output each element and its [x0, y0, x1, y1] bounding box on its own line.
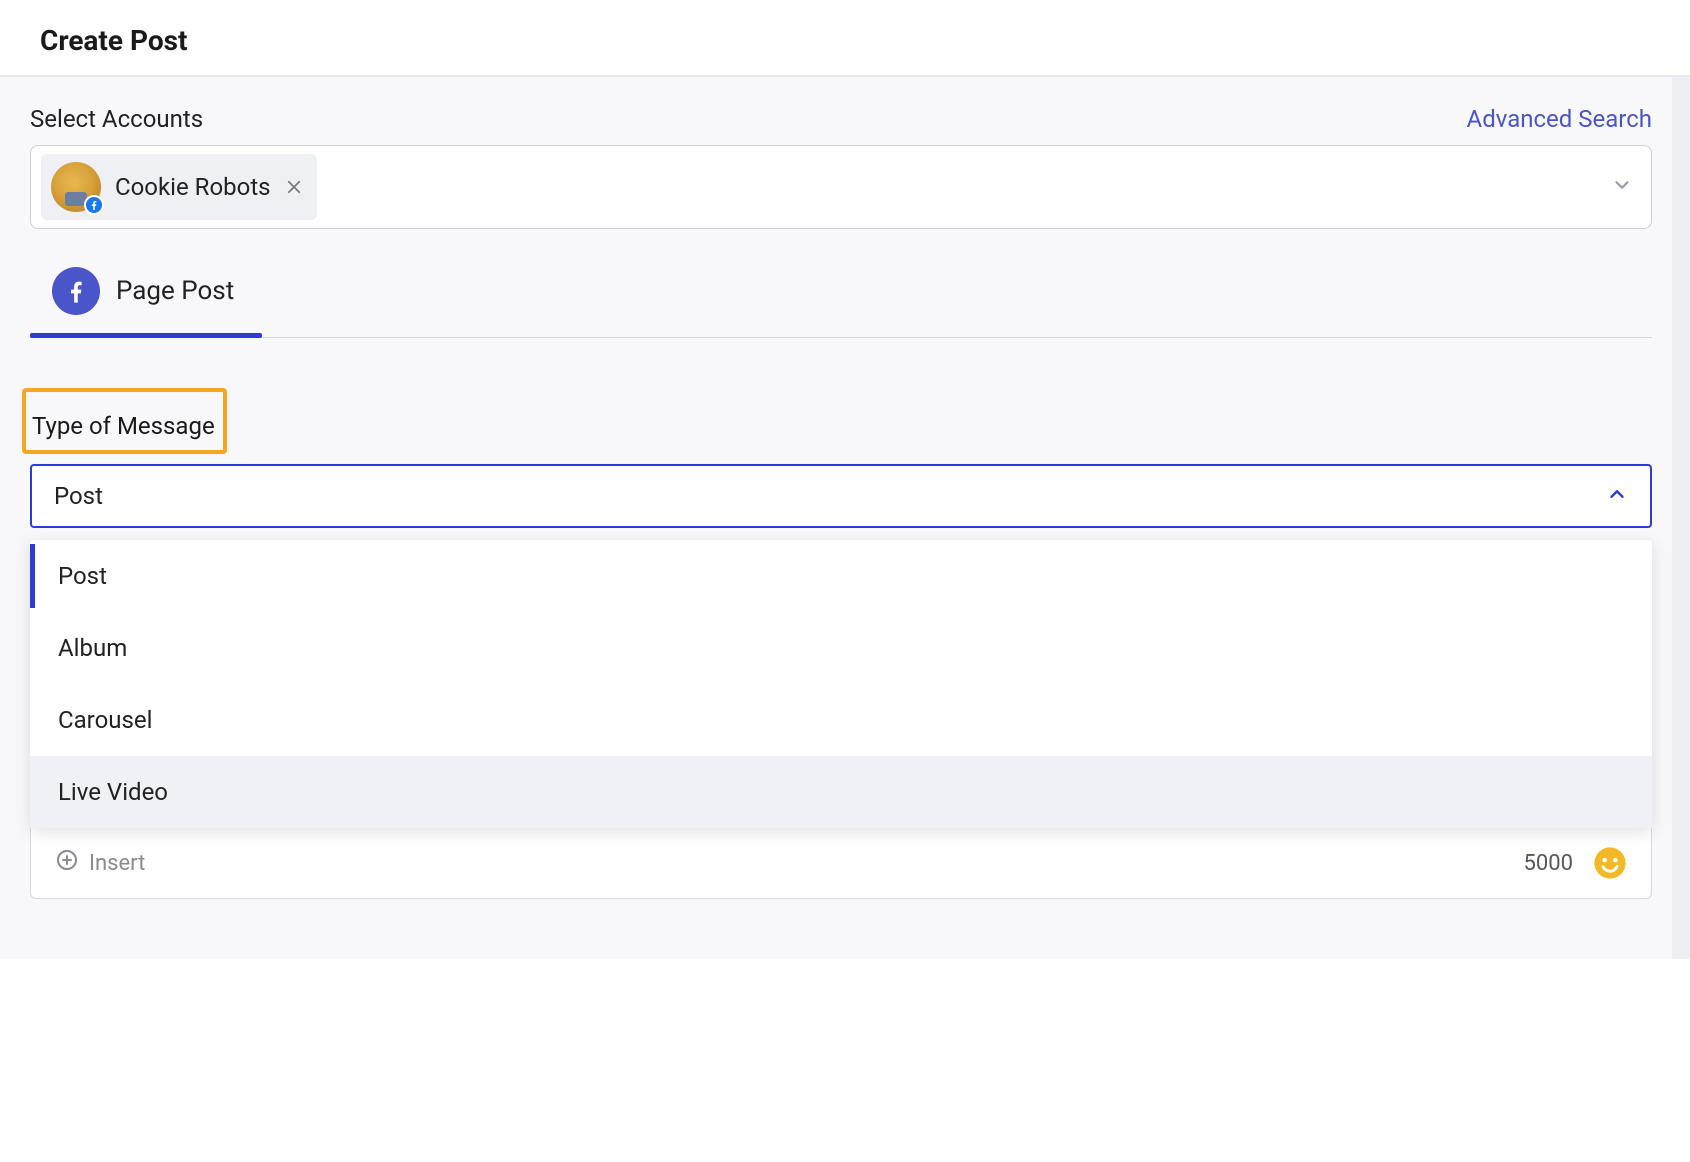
accounts-select[interactable]: Cookie Robots — [30, 145, 1652, 229]
post-type-tabs: Page Post — [30, 257, 1652, 338]
tab-page-post[interactable]: Page Post — [30, 257, 256, 337]
scrollbar[interactable] — [1672, 77, 1690, 959]
dropdown-option-carousel[interactable]: Carousel — [30, 684, 1652, 756]
account-chip: Cookie Robots — [41, 154, 317, 220]
facebook-icon — [52, 267, 100, 315]
character-count: 5000 — [1524, 851, 1573, 876]
advanced-search-link[interactable]: Advanced Search — [1467, 105, 1652, 133]
facebook-badge-icon — [84, 195, 104, 215]
plus-circle-icon — [55, 848, 79, 878]
emoji-icon[interactable] — [1593, 846, 1627, 880]
dropdown-option-album[interactable]: Album — [30, 612, 1652, 684]
type-of-message-dropdown: Post Album Carousel Live Video — [30, 540, 1652, 828]
page-header: Create Post — [0, 0, 1690, 75]
dropdown-option-live-video[interactable]: Live Video — [30, 756, 1652, 828]
type-of-message-hint: (Post, Album, Carousel, Live Video) — [221, 412, 592, 440]
chevron-down-icon[interactable] — [1611, 174, 1633, 200]
insert-button[interactable]: Insert — [55, 848, 145, 878]
type-of-message-select[interactable]: Post — [30, 464, 1652, 528]
type-of-message-highlight: Type of Message — [22, 388, 227, 454]
editor-bottom-bar: Insert 5000 — [30, 828, 1652, 899]
tab-label: Page Post — [116, 276, 234, 306]
insert-label: Insert — [89, 851, 145, 876]
account-chip-label: Cookie Robots — [115, 173, 271, 201]
dropdown-option-post[interactable]: Post — [30, 540, 1652, 612]
type-of-message-value: Post — [54, 482, 103, 510]
avatar — [51, 162, 101, 212]
chevron-up-icon — [1606, 483, 1628, 509]
page-title: Create Post — [40, 24, 1650, 57]
type-of-message-label: Type of Message — [32, 412, 215, 440]
select-accounts-label: Select Accounts — [30, 105, 203, 133]
content-area: Select Accounts Advanced Search Cookie R… — [0, 75, 1690, 959]
remove-account-icon[interactable] — [285, 178, 303, 196]
